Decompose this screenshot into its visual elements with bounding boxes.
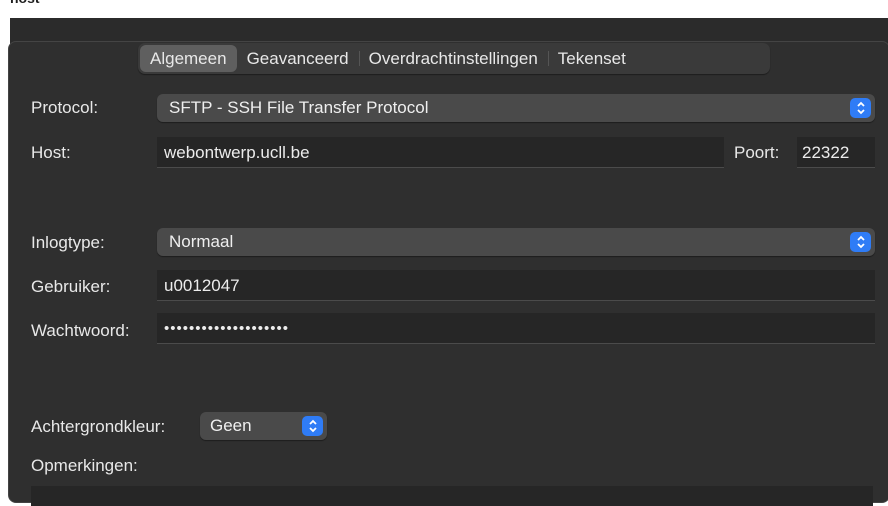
bgcolor-select-value: Geen — [210, 416, 252, 435]
logintype-label: Inlogtype: — [31, 233, 105, 252]
tab-overdrachtinstellingen[interactable]: Overdrachtinstellingen — [358, 45, 548, 72]
logintype-select[interactable]: Normaal — [157, 228, 875, 256]
window-title-fragment: nost — [10, 0, 610, 18]
chevron-up-down-icon — [850, 98, 871, 118]
port-input[interactable]: 22322 — [797, 137, 875, 168]
tab-algemeen[interactable]: Algemeen — [140, 45, 237, 72]
bgcolor-label: Achtergrondkleur: — [31, 417, 166, 436]
bgcolor-select[interactable]: Geen — [200, 412, 327, 440]
logintype-select-value: Normaal — [169, 232, 234, 251]
host-input[interactable]: webontwerp.ucll.be — [157, 137, 724, 168]
port-label: Poort: — [734, 143, 780, 162]
tab-geavanceerd[interactable]: Geavanceerd — [237, 45, 359, 72]
notes-textarea[interactable] — [31, 486, 873, 506]
password-label: Wachtwoord: — [31, 321, 130, 340]
chevron-up-down-icon — [302, 416, 323, 436]
host-label: Host: — [31, 143, 71, 162]
user-input[interactable]: u0012047 — [157, 270, 875, 301]
tab-tekenset[interactable]: Tekenset — [547, 45, 636, 72]
protocol-label: Protocol: — [31, 98, 99, 117]
password-input[interactable]: •••••••••••••••••••• — [157, 313, 875, 344]
chevron-up-down-icon — [850, 232, 871, 252]
user-label: Gebruiker: — [31, 277, 111, 296]
tab-bar: Algemeen Geavanceerd Overdrachtinstellin… — [138, 43, 770, 74]
protocol-select[interactable]: SFTP - SSH File Transfer Protocol — [157, 94, 875, 122]
protocol-select-value: SFTP - SSH File Transfer Protocol — [169, 98, 429, 117]
notes-label: Opmerkingen: — [31, 456, 138, 475]
